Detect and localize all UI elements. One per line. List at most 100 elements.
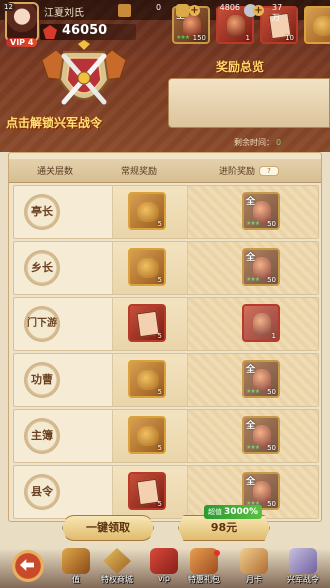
add-gold-button[interactable]: + (189, 5, 200, 16)
star-rating: ★★★ (176, 34, 190, 41)
privilege-shop-icon (103, 548, 131, 574)
item-count: 50 (267, 276, 276, 284)
dock-item-privilege-shop[interactable]: 特权商城 (92, 548, 142, 588)
power-display: 46050 (40, 23, 136, 40)
reward-item[interactable] (304, 6, 330, 44)
dock-item-battle-pass[interactable]: 兴军战令 (278, 548, 328, 588)
table-header: 通关层数 常规奖励 进阶奖励 ? (9, 159, 321, 183)
remaining-time-value: 0 (276, 138, 282, 147)
battle-pass-emblem[interactable] (34, 40, 134, 124)
vip-badge[interactable]: VIP 4 (6, 38, 38, 47)
dock-item-monthly-card[interactable]: 月卡 (236, 548, 272, 588)
vip-icon (150, 548, 178, 574)
all-tag: 全 (246, 365, 256, 375)
item-count: 1 (271, 332, 276, 340)
table-row: 县令 5 全 ★★★ 50 (13, 465, 319, 519)
dock-item-label: 月卡 (246, 575, 262, 584)
item-count: 5 (157, 276, 162, 284)
back-arrow-icon (20, 559, 34, 571)
remaining-time-label: 剩余时间： (234, 138, 274, 147)
item-count: 50 (267, 500, 276, 508)
table-row: 主簿 5 全 ★★★ 50 (13, 409, 319, 463)
item-count: 50 (267, 444, 276, 452)
help-button[interactable]: ? (259, 166, 279, 176)
item-count: 10 (285, 34, 294, 42)
star-rating: ★★★ (246, 276, 260, 283)
gold-bag-icon (137, 202, 159, 222)
gold-bag-icon (137, 370, 159, 390)
column-header-advanced: 进阶奖励 (219, 167, 256, 177)
header-banner: 12 VIP 4 江夏刘氏 0 4806 + 37万 + 46050 点击解锁兴… (0, 0, 330, 152)
treasure-jar-icon (253, 201, 271, 223)
dock-item-gift-pack[interactable]: 特惠礼包 (184, 548, 224, 588)
item-count: 5 (157, 388, 162, 396)
value-badge-prefix: 超值 (208, 508, 222, 516)
normal-reward-item[interactable]: 5 (128, 192, 166, 230)
rank-badge: 主簿 (24, 418, 60, 454)
dock-item-vip[interactable]: vip (146, 548, 182, 588)
item-count: 50 (267, 220, 276, 228)
normal-reward-item[interactable]: 5 (128, 248, 166, 286)
rank-badge: 乡长 (24, 250, 60, 286)
star-rating: ★★★ (246, 444, 260, 451)
bag-icon (313, 16, 330, 36)
dock-item-label: 值 (72, 575, 80, 584)
rank-badge: 门下游 (24, 306, 60, 342)
advanced-reward-item[interactable]: 全 ★★★ 50 (242, 416, 280, 454)
remaining-time: 剩余时间： 0 (234, 137, 281, 148)
advanced-reward-item[interactable]: 全 ★★★ 50 (242, 192, 280, 230)
normal-reward-item[interactable]: 5 (128, 416, 166, 454)
all-tag: 全 (246, 421, 256, 431)
item-count: 1 (245, 34, 250, 42)
monthly-card-icon (240, 548, 268, 574)
rewards-overview-title: 奖励总览 (216, 60, 265, 74)
battle-pass-icon (289, 548, 317, 574)
treasure-jar-icon (253, 481, 271, 503)
rank-badge: 功曹 (24, 362, 60, 398)
star-rating: ★★★ (246, 220, 260, 227)
column-header-level: 通关层数 (37, 167, 74, 177)
item-count: 5 (157, 332, 162, 340)
treasure-jar-icon (253, 257, 271, 279)
item-count: 150 (192, 34, 206, 42)
claim-all-button[interactable]: 一键领取 (62, 515, 154, 541)
item-count: 5 (157, 500, 162, 508)
dock-item-value[interactable]: 值 (62, 548, 90, 588)
treasure-jar-icon (253, 425, 271, 447)
resource-scroll: 0 (118, 3, 161, 17)
rank-badge: 亭长 (24, 194, 60, 230)
table-row: 门下游 5 1 (13, 297, 319, 351)
normal-reward-item[interactable]: 5 (128, 472, 166, 510)
table-row: 功曹 5 全 ★★★ 50 (13, 353, 319, 407)
resource-value: 37万 (272, 3, 283, 22)
item-count: 5 (157, 444, 162, 452)
column-header-normal: 常规奖励 (121, 167, 158, 177)
dock-item-label: 兴军战令 (287, 575, 319, 584)
treasure-jar-icon (253, 369, 271, 391)
scroll-icon (118, 3, 131, 17)
advanced-reward-item[interactable]: 全 ★★★ 50 (242, 248, 280, 286)
player-name: 江夏刘氏 (44, 8, 84, 19)
all-tag: 全 (246, 197, 256, 207)
power-value: 46050 (62, 23, 108, 38)
advanced-reward-item[interactable]: 1 (242, 304, 280, 342)
back-button[interactable] (12, 550, 44, 582)
add-silver-button[interactable]: + (253, 5, 264, 16)
gold-ingot-icon (176, 3, 189, 17)
red-chest-icon (227, 15, 245, 37)
dock-item-label: 特权商城 (101, 575, 133, 584)
value-badge-percent: 3000% (224, 507, 259, 517)
normal-reward-item[interactable]: 5 (128, 360, 166, 398)
reward-table[interactable]: 通关层数 常规奖励 进阶奖励 ? 亭长 5 全 ★★★ 50 乡长 5 全 ★★… (8, 152, 322, 522)
advanced-reward-item[interactable]: 全 ★★★ 50 (242, 360, 280, 398)
item-count: 5 (157, 220, 162, 228)
unlock-battle-pass-text[interactable]: 点击解锁兴军战令 (6, 114, 166, 136)
red-chest-icon (253, 313, 271, 335)
gold-bag-icon (137, 426, 159, 446)
power-icon (43, 25, 57, 39)
value-badge: 超值 3000% (204, 505, 263, 519)
star-rating: ★★★ (246, 388, 260, 395)
normal-reward-item[interactable]: 5 (128, 304, 166, 342)
rewards-overview-strip (168, 78, 330, 128)
dock-item-label: vip (157, 574, 171, 583)
